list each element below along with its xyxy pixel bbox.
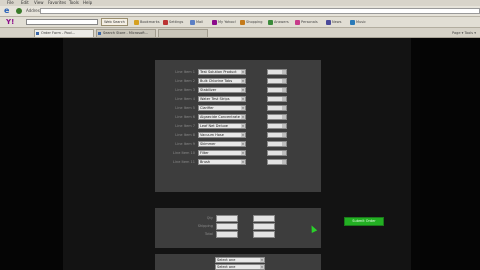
row-label: Line Item 8 [175,133,195,137]
quantity-select[interactable] [267,87,287,93]
shipping-input[interactable] [253,223,275,230]
tab-tools-menu[interactable]: Page ▾ Tools ▾ [452,29,476,37]
back-icon[interactable] [16,8,22,14]
navigation-bar: e Address [0,6,480,17]
item-select[interactable]: Clarifier [198,105,246,111]
toolbar-item-settings[interactable]: Settings [163,18,183,26]
toolbar-item-mail[interactable]: Mail [190,18,203,26]
toolbar-item-bookmarks[interactable]: Bookmarks [134,18,160,26]
qty-input[interactable] [216,215,238,222]
bookmark-icon [134,19,139,25]
quantity-select[interactable] [267,69,287,75]
web-search-button[interactable]: Web Search [101,18,128,26]
item-select[interactable]: Leaf Net Deluxe [198,123,246,129]
option-select[interactable]: Select one [215,257,265,263]
yahoo-search-input[interactable] [26,19,98,25]
quantity-select[interactable] [267,132,287,138]
shipping-label: Shipping [197,224,213,228]
total-input[interactable] [253,231,275,238]
shipping-panel: Qty Shipping Total [155,208,321,248]
row-label: Line Item 3 [175,88,195,92]
page-icon [36,32,39,35]
item-select[interactable]: Skimmer [198,141,246,147]
submit-order-button[interactable]: Submit Order [344,217,384,226]
quantity-select[interactable] [267,123,287,129]
option-select[interactable]: Select one [215,264,265,270]
row-label: Line Item 1 [175,70,195,74]
address-input[interactable] [40,8,480,14]
quantity-select[interactable] [267,96,287,102]
tab-new[interactable] [158,29,208,37]
item-select[interactable]: Test Solution Product [198,69,246,75]
toolbar-item-my-yahoo[interactable]: My Yahoo! [212,18,236,26]
row-label: Line Item 4 [175,97,195,101]
mail-icon [190,19,195,25]
item-select[interactable]: Brush [198,159,246,165]
row-label: Line Item 9 [175,142,195,146]
page-content: Line Item 1 Line Item 2 Line Item 3 Line… [0,38,480,270]
item-select[interactable]: Filter [198,150,246,156]
qty-input[interactable] [253,215,275,222]
options-panel: Select one Select one [155,254,321,270]
item-select[interactable]: Stabilizer [198,87,246,93]
music-icon [350,19,355,25]
quantity-select[interactable] [267,150,287,156]
toolbar-item-shopping[interactable]: Shopping [240,18,262,26]
toolbar-item-answers[interactable]: Answers [268,18,289,26]
tab-order-form[interactable]: Order Form - Pool... [34,29,94,37]
row-label: Line Item 7 [175,124,195,128]
item-select[interactable]: Algaecide Concentrate [198,114,246,120]
row-label: Line Item 2 [175,79,195,83]
quantity-select[interactable] [267,78,287,84]
row-label: Line Item 11 [173,160,195,164]
cart-icon [240,19,245,25]
row-label: Line Item 5 [175,106,195,110]
quantity-select[interactable] [267,114,287,120]
tab-search-store[interactable]: Search Store - Microsoft... [96,29,156,37]
shipping-input[interactable] [216,223,238,230]
tab-bar: Order Form - Pool... Search Store - Micr… [0,28,480,38]
toolbar-item-news[interactable]: News [326,18,341,26]
yahoo-logo[interactable]: Y! [6,18,14,26]
shipping-label: Qty [206,216,213,220]
heart-icon [295,19,300,25]
toolbar-item-music[interactable]: Music [350,18,366,26]
shipping-label: Total [204,232,213,236]
quantity-select[interactable] [267,159,287,165]
row-label: Line Item 10 [173,151,195,155]
item-select[interactable]: Bulk Chlorine Tabs [198,78,246,84]
browser-logo-icon: e [4,6,10,15]
page-icon [98,32,101,35]
row-label: Line Item 6 [175,115,195,119]
answers-icon [268,19,273,25]
item-select[interactable]: Vacuum Hose [198,132,246,138]
quantity-select[interactable] [267,141,287,147]
total-input[interactable] [216,231,238,238]
yahoo-icon [212,19,217,25]
yahoo-toolbar: Y! Web Search Bookmarks Settings Mail My… [0,17,480,28]
item-select[interactable]: Water Test Strips [198,96,246,102]
order-items-panel: Line Item 1 Line Item 2 Line Item 3 Line… [155,60,321,192]
settings-icon [163,19,168,25]
quantity-select[interactable] [267,105,287,111]
news-icon [326,19,331,25]
toolbar-item-personals[interactable]: Personals [295,18,318,26]
content-column: Line Item 1 Line Item 2 Line Item 3 Line… [63,38,411,270]
